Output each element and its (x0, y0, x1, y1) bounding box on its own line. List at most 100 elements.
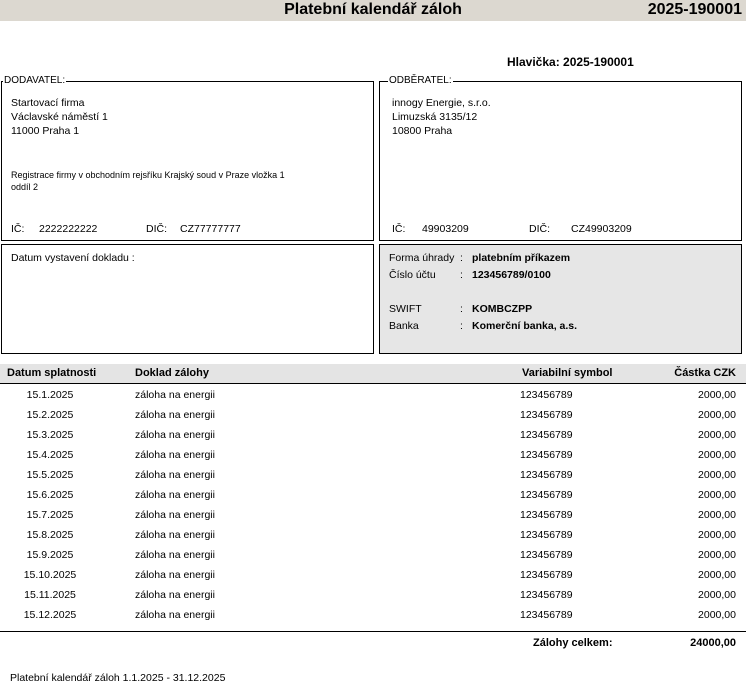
cell-due-date: 15.4.2025 (26, 449, 74, 461)
cell-amount: 2000,00 (698, 449, 736, 461)
table-row: 15.6.2025 záloha na energii 123456789 2000,… (0, 485, 746, 505)
cell-document: záloha na energii (135, 489, 215, 501)
cell-amount: 2000,00 (698, 609, 736, 621)
payment-method: platebním příkazem (472, 252, 571, 264)
issue-date-box: Datum vystavení dokladu : (1, 244, 374, 354)
customer-dic-label: DIČ: (529, 223, 550, 235)
table-row: 15.8.2025 záloha na energii 123456789 2000,… (0, 525, 746, 545)
cell-variable-symbol: 123456789 (520, 509, 573, 521)
table-row: 15.7.2025 záloha na energii 123456789 2000,… (0, 505, 746, 525)
table-row: 15.3.2025 záloha na energii 123456789 2000,… (0, 425, 746, 445)
table-row: 15.9.2025 záloha na energii 123456789 2000,… (0, 545, 746, 565)
supplier-registration-2: oddíl 2 (11, 182, 39, 192)
table-row: 15.2.2025 záloha na energii 123456789 2000,… (0, 405, 746, 425)
col-due-date: Datum splatnosti (7, 367, 97, 379)
bank-label: Banka (389, 320, 419, 332)
cell-document: záloha na energii (135, 449, 215, 461)
cell-due-date: 15.1.2025 (26, 389, 74, 401)
supplier-name: Startovací firma (11, 97, 85, 109)
page-title: Platební kalendář záloh (284, 1, 462, 18)
customer-legend: ODBĚRATEL: (388, 75, 453, 86)
col-variable-symbol: Variabilní symbol (522, 367, 613, 379)
supplier-street: Václavské náměstí 1 (11, 111, 108, 123)
cell-variable-symbol: 123456789 (520, 389, 573, 401)
cell-due-date: 15.10.2025 (23, 569, 77, 581)
cell-variable-symbol: 123456789 (520, 469, 573, 481)
cell-amount: 2000,00 (698, 489, 736, 501)
cell-document: záloha na energii (135, 389, 215, 401)
cell-amount: 2000,00 (698, 389, 736, 401)
total-label: Zálohy celkem: (533, 637, 613, 649)
account-number: 123456789/0100 (472, 269, 551, 281)
cell-due-date: 15.2.2025 (26, 409, 74, 421)
col-document: Doklad zálohy (135, 367, 209, 379)
bank-name: Komerční banka, a.s. (472, 320, 578, 332)
cell-due-date: 15.12.2025 (23, 609, 77, 621)
cell-variable-symbol: 123456789 (520, 429, 573, 441)
account-label: Číslo účtu (389, 269, 436, 281)
table-header: Datum splatnosti Doklad zálohy Variabiln… (0, 364, 746, 384)
cell-amount: 2000,00 (698, 529, 736, 541)
hlavicka-value: 2025-190001 (563, 55, 634, 69)
supplier-city: 11000 Praha 1 (11, 125, 80, 137)
supplier-registration: Registrace firmy v obchodním rejsříku Kr… (11, 170, 285, 180)
swift-code: KOMBCZPP (472, 303, 533, 315)
cell-document: záloha na energii (135, 589, 215, 601)
hlavicka: Hlavička: 2025-190001 (507, 55, 634, 69)
cell-due-date: 15.5.2025 (26, 469, 74, 481)
cell-variable-symbol: 123456789 (520, 609, 573, 621)
swift-label: SWIFT (389, 303, 422, 315)
customer-box: ODBĚRATEL: innogy Energie, s.r.o. Limuzs… (379, 75, 742, 241)
supplier-legend: DODAVATEL: (3, 75, 67, 86)
title-bar: Platební kalendář záloh 2025-190001 (0, 0, 746, 21)
cell-document: záloha na energii (135, 509, 215, 521)
cell-amount: 2000,00 (698, 509, 736, 521)
customer-ic-label: IČ: (392, 223, 406, 235)
cell-variable-symbol: 123456789 (520, 449, 573, 461)
document-number: 2025-190001 (647, 1, 742, 18)
total-amount: 24000,00 (690, 637, 736, 649)
table-row: 15.10.2025 záloha na energii 123456789 2000… (0, 565, 746, 585)
cell-due-date: 15.9.2025 (26, 549, 74, 561)
cell-due-date: 15.7.2025 (26, 509, 74, 521)
supplier-box: DODAVATEL: Startovací firma Václavské ná… (1, 75, 374, 241)
table-row: 15.4.2025 záloha na energii 123456789 2000,… (0, 445, 746, 465)
cell-document: záloha na energii (135, 569, 215, 581)
table-row: 15.11.2025 záloha na energii 123456789 2000… (0, 585, 746, 605)
payment-method-label: Forma úhrady (389, 252, 455, 264)
customer-name: innogy Energie, s.r.o. (392, 97, 491, 109)
cell-due-date: 15.6.2025 (26, 489, 74, 501)
cell-due-date: 15.11.2025 (24, 589, 76, 601)
cell-document: záloha na energii (135, 549, 215, 561)
cell-document: záloha na energii (135, 429, 215, 441)
cell-amount: 2000,00 (698, 589, 736, 601)
cell-due-date: 15.8.2025 (26, 529, 74, 541)
cell-variable-symbol: 123456789 (520, 409, 573, 421)
supplier-ic: 2222222222 (39, 223, 98, 235)
customer-ic: 49903209 (422, 223, 469, 235)
cell-document: záloha na energii (135, 609, 215, 621)
cell-amount: 2000,00 (698, 429, 736, 441)
payment-box: Forma úhrady : platebním příkazem Číslo … (379, 244, 742, 354)
cell-variable-symbol: 123456789 (520, 569, 573, 581)
cell-amount: 2000,00 (698, 569, 736, 581)
cell-amount: 2000,00 (698, 469, 736, 481)
cell-variable-symbol: 123456789 (520, 549, 573, 561)
cell-document: záloha na energii (135, 469, 215, 481)
cell-variable-symbol: 123456789 (520, 529, 573, 541)
customer-street: Limuzská 3135/12 (392, 111, 478, 123)
footer-text: Platební kalendář záloh 1.1.2025 - 31.12… (10, 672, 226, 684)
table-row: 15.1.2025 záloha na energii 123456789 2000,… (0, 385, 746, 405)
cell-amount: 2000,00 (698, 409, 736, 421)
customer-dic: CZ49903209 (571, 223, 632, 235)
cell-variable-symbol: 123456789 (520, 589, 573, 601)
cell-due-date: 15.3.2025 (26, 429, 74, 441)
col-amount: Částka CZK (674, 367, 736, 379)
cell-document: záloha na energii (135, 409, 215, 421)
cell-document: záloha na energii (135, 529, 215, 541)
total-divider (0, 631, 746, 632)
cell-variable-symbol: 123456789 (520, 489, 573, 501)
supplier-ic-label: IČ: (11, 223, 25, 235)
issue-date-label: Datum vystavení dokladu : (11, 252, 135, 264)
supplier-dic: CZ77777777 (180, 223, 241, 235)
